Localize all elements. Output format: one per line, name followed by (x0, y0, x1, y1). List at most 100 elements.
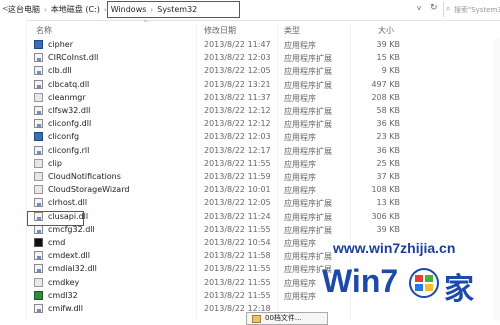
file-type: 应用程序 (284, 159, 316, 169)
file-row[interactable]: CloudNotifications 2013/8/22 11:59 应用程序 37 … (26, 170, 500, 183)
file-row[interactable]: cliconfg.rll 2013/8/22 12:17 应用程序扩展 36 KB (26, 144, 500, 157)
file-date: 2013/8/22 12:05 (204, 66, 271, 76)
dll-file-icon (34, 66, 43, 76)
file-date: 2013/8/22 11:55 (204, 277, 271, 287)
dll-file-icon (34, 145, 43, 155)
file-size: 58 KB (376, 106, 400, 115)
highlight-box-path (107, 1, 240, 18)
file-type: 应用程序 (284, 41, 316, 50)
file-date: 2013/8/22 12:03 (204, 132, 271, 142)
file-name: cleanmgr (48, 92, 86, 102)
file-type: 应用程序 (284, 291, 316, 301)
file-size: 108 KB (371, 185, 400, 195)
chevron-right-icon[interactable]: › (44, 6, 47, 14)
file-name: cmdext.dll (48, 251, 90, 261)
file-date: 2013/8/22 12:12 (204, 106, 271, 115)
watermark-brand: Win7 (322, 263, 399, 299)
popup-label: 00档文件... (265, 314, 302, 322)
generic-file-icon (34, 172, 43, 181)
file-size: 39 KB (376, 224, 400, 234)
file-type: 应用程序扩展 (284, 225, 332, 235)
file-name: clbcatq.dll (48, 79, 90, 89)
file-date: 2013/8/22 11:58 (204, 251, 271, 261)
file-row[interactable]: CIRCoInst.dll 2013/8/22 12:03 应用程序扩展 15 KB (26, 51, 500, 64)
file-type: 应用程序 (284, 239, 316, 248)
generic-file-icon (34, 185, 43, 195)
file-row[interactable]: cliconfg.dll 2013/8/22 12:12 应用程序扩展 36 KB (26, 117, 500, 130)
file-size: 36 KB (376, 145, 400, 155)
file-name: cmdkey (48, 277, 80, 287)
file-date: 2013/8/22 11:37 (204, 92, 271, 102)
watermark-url: www.win7zhijia.cn (333, 240, 456, 256)
file-type: 应用程序扩展 (284, 146, 332, 156)
dll-file-icon (34, 224, 43, 234)
column-name[interactable]: 名称 (36, 25, 52, 36)
file-type: 应用程序扩展 (284, 67, 332, 77)
file-row[interactable]: cliconfg 2013/8/22 12:03 应用程序 23 KB (26, 130, 500, 143)
chevron-down-icon[interactable]: v (417, 4, 421, 12)
file-row[interactable]: clfsw32.dll 2013/8/22 12:12 应用程序扩展 58 KB (26, 104, 500, 117)
file-name: CIRCoInst.dll (48, 53, 99, 63)
file-date: 2013/8/22 11:55 (204, 158, 271, 168)
dll-file-icon (34, 106, 43, 115)
file-date: 2013/8/22 12:03 (204, 53, 271, 63)
file-row[interactable]: clip 2013/8/22 11:55 应用程序 25 KB (26, 157, 500, 170)
file-size: 13 KB (376, 198, 400, 208)
refresh-icon[interactable]: ↻ (430, 3, 438, 13)
file-row[interactable]: clb.dll 2013/8/22 12:05 应用程序扩展 9 KB (26, 64, 500, 77)
crumb-this-pc[interactable]: 这台电脑 (8, 4, 40, 15)
file-date: 2013/8/22 11:47 (204, 40, 271, 49)
exe-file-icon (34, 40, 43, 49)
file-date: 2013/8/22 13:21 (204, 79, 271, 89)
crumb-local-disk[interactable]: 本地磁盘 (C:) (51, 4, 100, 15)
file-name: cipher (48, 40, 73, 49)
taskbar-popup[interactable]: 00档文件... (246, 312, 328, 325)
file-size: 497 KB (371, 79, 400, 89)
file-size: 15 KB (376, 53, 400, 63)
file-row[interactable]: cleanmgr 2013/8/22 11:37 应用程序 208 KB (26, 91, 500, 104)
file-size: 23 KB (376, 132, 400, 142)
windows-logo-icon (409, 268, 439, 298)
file-name: cmdl32 (48, 290, 78, 300)
file-type: 应用程序扩展 (284, 54, 332, 64)
search-icon: ⌕ (446, 4, 451, 13)
column-date[interactable]: 修改日期 (204, 25, 236, 36)
generic-file-icon (34, 277, 43, 287)
watermark-brand-suffix: 家 (444, 272, 474, 307)
column-type[interactable]: 类型 (284, 25, 300, 36)
exe-file-icon (34, 132, 43, 142)
file-name: cmdial32.dll (48, 264, 97, 274)
file-size: 306 KB (371, 211, 400, 221)
file-type: 应用程序扩展 (284, 199, 332, 209)
file-date: 2013/8/22 11:59 (204, 172, 271, 181)
dll-file-icon (34, 79, 43, 89)
file-date: 2013/8/22 10:01 (204, 185, 271, 195)
file-row[interactable]: clusapi.dll 2013/8/22 11:24 应用程序扩展 306 KB (26, 210, 500, 223)
dll-file-icon (34, 53, 43, 63)
search-box[interactable]: ⌕ 搜索"System32" (443, 2, 500, 17)
navigation-pane (0, 20, 27, 321)
dll-file-icon (34, 251, 43, 261)
file-size: 25 KB (376, 158, 400, 168)
file-size: 39 KB (376, 40, 400, 49)
cmd-file-icon (34, 238, 43, 247)
file-type: 应用程序 (284, 173, 316, 182)
column-header: ^ 名称 修改日期 类型 大小 (26, 20, 500, 37)
file-name: clrhost.dll (48, 198, 88, 208)
file-date: 2013/8/22 11:55 (204, 290, 271, 300)
column-size[interactable]: 大小 (378, 25, 394, 36)
file-name: cmd (48, 238, 66, 247)
file-row[interactable]: cmcfg32.dll 2013/8/22 11:55 应用程序扩展 39 KB (26, 223, 500, 236)
file-row[interactable]: cipher 2013/8/22 11:47 应用程序 39 KB (26, 38, 500, 51)
address-bar: < 这台电脑 › 本地磁盘 (C:) › Windows › System32 … (0, 0, 500, 21)
file-name: clip (48, 158, 62, 168)
file-row[interactable]: CloudStorageWizard 2013/8/22 10:01 应用程序 108… (26, 183, 500, 196)
file-name: CloudStorageWizard (48, 185, 130, 195)
file-row[interactable]: clrhost.dll 2013/8/22 12:05 应用程序扩展 13 KB (26, 196, 500, 209)
file-type: 应用程序扩展 (284, 120, 332, 130)
file-row[interactable]: clbcatq.dll 2013/8/22 13:21 应用程序扩展 497 KB (26, 78, 500, 91)
search-placeholder: 搜索"System32" (454, 6, 500, 14)
file-size: 36 KB (376, 119, 400, 129)
file-date: 2013/8/22 11:55 (204, 264, 271, 274)
file-type: 应用程序 (284, 133, 316, 143)
